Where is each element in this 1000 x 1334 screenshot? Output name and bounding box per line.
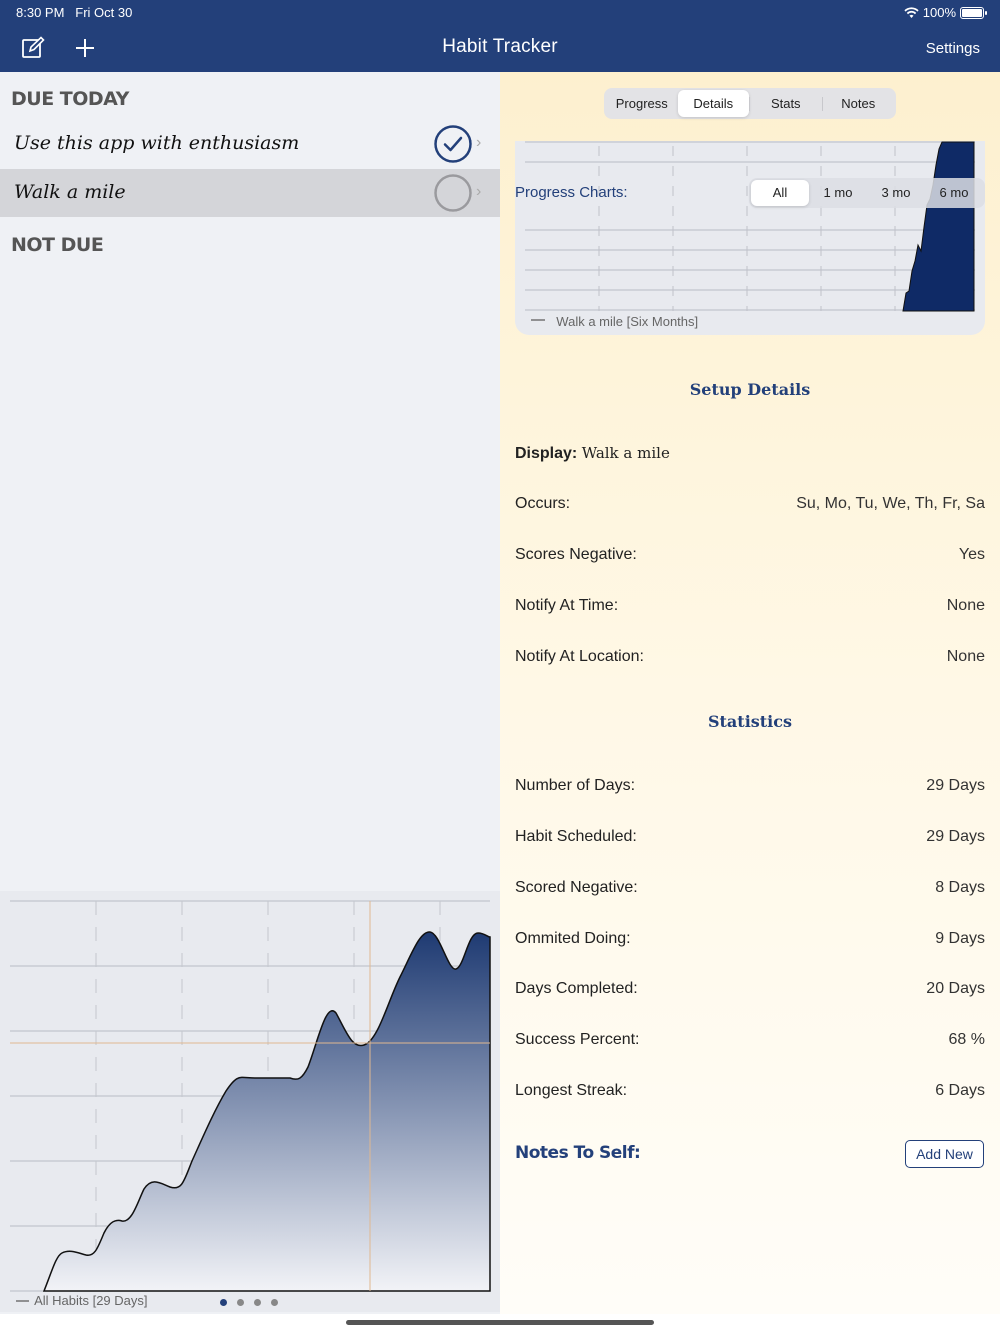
range-3mo[interactable]: 3 mo	[867, 180, 925, 206]
empty-circle-icon[interactable]	[434, 174, 472, 212]
stat-label: Days Completed:	[515, 980, 638, 997]
stat-row: Days Completed: 20 Days	[515, 980, 985, 1004]
stat-value: 9 Days	[935, 930, 985, 947]
range-6mo[interactable]: 6 mo	[925, 180, 983, 206]
habit-row[interactable]: Use this app with enthusiasm ›	[0, 120, 500, 168]
setup-value: None	[946, 648, 985, 665]
page-dot[interactable]	[254, 1299, 261, 1306]
setup-value: Su, Mo, Tu, We, Th, Fr, Sa	[796, 495, 985, 512]
setup-label: Notify At Location:	[515, 648, 644, 665]
stat-value: 68 %	[948, 1031, 985, 1048]
status-date: Fri Oct 30	[75, 5, 133, 20]
stat-row: Ommited Doing: 9 Days	[515, 930, 985, 954]
stat-row: Number of Days: 29 Days	[515, 777, 985, 801]
habit-progress-chart-svg	[525, 141, 975, 321]
settings-button[interactable]: Settings	[926, 40, 980, 57]
stat-label: Habit Scheduled:	[515, 828, 637, 845]
range-selector: All 1 mo 3 mo 6 mo	[749, 178, 985, 208]
setup-row: Scores Negative: Yes	[515, 546, 985, 570]
setup-row: Notify At Location: None	[515, 648, 985, 672]
status-time: 8:30 PM Fri Oct 30	[16, 5, 132, 20]
progress-charts-label: Progress Charts:	[515, 184, 628, 201]
stat-row: Habit Scheduled: 29 Days	[515, 828, 985, 852]
habit-progress-chart: Progress Charts: All 1 mo 3 mo 6 mo Walk…	[515, 141, 985, 335]
setup-label: Notify At Time:	[515, 597, 619, 614]
chart-legend: Walk a mile [Six Months]	[531, 314, 698, 329]
habit-list-panel: DUE TODAY Use this app with enthusiasm ›…	[0, 72, 500, 1314]
setup-details-title: Setup Details	[689, 380, 811, 399]
setup-row: Notify At Time: None	[515, 597, 985, 621]
stat-row: Longest Streak: 6 Days	[515, 1082, 985, 1106]
detail-panel: Progress Details Stats Notes Progress Ch…	[500, 72, 1000, 1314]
range-1mo[interactable]: 1 mo	[809, 180, 867, 206]
battery-percent: 100%	[922, 5, 956, 20]
notes-to-self-label: Notes To Self:	[515, 1143, 641, 1163]
chevron-right-icon: ›	[476, 183, 482, 200]
stat-value: 29 Days	[926, 828, 985, 845]
stat-label: Longest Streak:	[515, 1082, 628, 1099]
habit-name: Walk a mile	[14, 181, 126, 203]
stat-value: 20 Days	[926, 980, 985, 997]
page-dot[interactable]	[271, 1299, 278, 1306]
due-today-header: DUE TODAY	[11, 88, 129, 110]
chevron-right-icon: ›	[476, 134, 482, 151]
setup-value: Yes	[958, 546, 985, 563]
page-indicator[interactable]	[220, 1299, 278, 1306]
range-all[interactable]: All	[751, 180, 809, 206]
display-row: Display: Walk a mile	[515, 444, 985, 468]
chart-legend-text: All Habits [29 Days]	[34, 1293, 148, 1308]
wifi-icon	[904, 6, 919, 18]
chart-legend: All Habits [29 Days]	[16, 1293, 148, 1308]
battery-icon	[960, 6, 987, 19]
status-right: 100%	[904, 5, 987, 20]
stat-label: Ommited Doing:	[515, 930, 631, 947]
detail-tabs: Progress Details Stats Notes	[604, 88, 896, 119]
all-habits-chart: All Habits [29 Days]	[0, 891, 500, 1312]
stat-label: Success Percent:	[515, 1031, 640, 1048]
stat-value: 8 Days	[935, 879, 985, 896]
page-dot[interactable]	[237, 1299, 244, 1306]
setup-label: Occurs:	[515, 495, 571, 512]
display-value: Walk a mile	[581, 444, 670, 462]
setup-row: Occurs: Su, Mo, Tu, We, Th, Fr, Sa	[515, 495, 985, 519]
display-label: Display:	[515, 445, 578, 462]
habit-row[interactable]: Walk a mile ›	[0, 169, 500, 217]
all-habits-chart-svg	[10, 900, 491, 1302]
stat-row: Success Percent: 68 %	[515, 1031, 985, 1055]
page-dot[interactable]	[220, 1299, 227, 1306]
tab-progress[interactable]: Progress	[606, 90, 678, 117]
setup-label: Scores Negative:	[515, 546, 637, 563]
setup-value: None	[946, 597, 985, 614]
stat-label: Number of Days:	[515, 777, 636, 794]
home-indicator[interactable]	[346, 1320, 654, 1325]
stat-label: Scored Negative:	[515, 879, 638, 896]
nav-bar: 8:30 PM Fri Oct 30 100% Habit Tracker Se…	[0, 0, 1000, 72]
stat-row: Scored Negative: 8 Days	[515, 879, 985, 903]
not-due-header: NOT DUE	[11, 234, 104, 256]
status-time-text: 8:30 PM	[16, 5, 65, 20]
statistics-title: Statistics	[707, 712, 792, 731]
tab-notes[interactable]: Notes	[823, 90, 895, 117]
add-new-note-button[interactable]: Add New	[905, 1140, 984, 1168]
habit-name: Use this app with enthusiasm	[14, 132, 300, 154]
stat-value: 29 Days	[926, 777, 985, 794]
tab-stats[interactable]: Stats	[750, 90, 822, 117]
page-title: Habit Tracker	[442, 36, 558, 57]
checkmark-circle-icon[interactable]	[434, 125, 472, 163]
stat-value: 6 Days	[935, 1082, 985, 1099]
tab-details[interactable]: Details	[677, 90, 749, 117]
chart-legend-text: Walk a mile [Six Months]	[556, 314, 699, 329]
